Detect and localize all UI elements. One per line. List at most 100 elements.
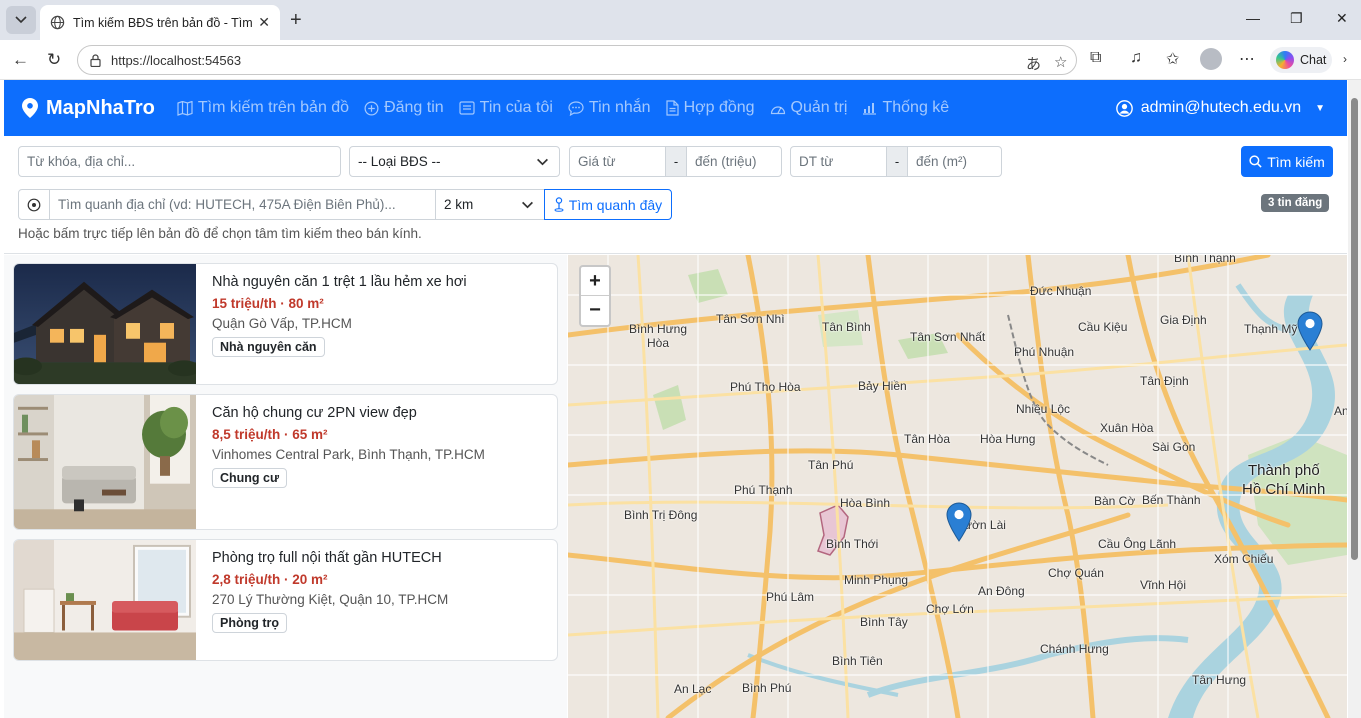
nav-label: Quản trị	[790, 99, 848, 116]
listing-address: 270 Lý Thường Kiệt, Quận 10, TP.HCM	[212, 592, 449, 607]
nav-stats[interactable]: Thống kê	[862, 99, 949, 117]
nav-post[interactable]: Đăng tin	[364, 99, 444, 117]
browser-tab[interactable]: Tìm kiếm BĐS trên bản đồ - Tìm & ✕	[40, 5, 280, 40]
sidebar-chevron-icon[interactable]: ›	[1343, 52, 1347, 66]
map-marker-icon[interactable]	[946, 502, 972, 542]
map-label: Tân Hòa	[904, 432, 951, 446]
music-icon[interactable]: ♫	[1130, 49, 1142, 67]
map-label: Tân Hưng	[1192, 673, 1247, 687]
translate-icon[interactable]: あ	[1026, 53, 1041, 74]
area-to-placeholder: đến (m²)	[916, 154, 968, 169]
locate-addon	[18, 189, 50, 220]
maximize-icon[interactable]: ❐	[1290, 10, 1303, 27]
radius-select[interactable]: 2 km	[435, 189, 545, 220]
listing-title[interactable]: Nhà nguyên căn 1 trệt 1 lầu hẻm xe hơi	[212, 274, 467, 290]
keyword-input[interactable]: Từ khóa, địa chỉ...	[18, 146, 341, 177]
keyword-placeholder: Từ khóa, địa chỉ...	[27, 154, 136, 169]
zoom-in-button[interactable]: +	[581, 267, 609, 296]
area-from-input[interactable]: DT từ	[790, 146, 887, 177]
map-canvas[interactable]: + − Bình Thạnh Đức Nhuận Gia Định Thạnh …	[568, 255, 1347, 718]
listing-price: 15 triệu/th · 80 m²	[212, 296, 324, 311]
back-icon[interactable]: ←	[12, 50, 29, 70]
map-marker-icon[interactable]	[1297, 311, 1323, 351]
listing-title[interactable]: Phòng trọ full nội thất gần HUTECH	[212, 550, 448, 566]
tab-list-button[interactable]	[6, 6, 36, 34]
target-icon	[27, 198, 41, 211]
map-label: Chợ Lớn	[926, 602, 974, 616]
map-pin-icon	[22, 98, 38, 118]
user-email: admin@hutech.edu.vn	[1140, 99, 1302, 116]
brand-name: MapNhaTro	[46, 96, 155, 119]
nav-label: Tìm kiếm trên bản đồ	[197, 99, 350, 116]
scrollbar-thumb[interactable]	[1351, 98, 1358, 560]
new-tab-icon[interactable]: +	[290, 9, 302, 32]
nearby-address-input[interactable]: Tìm quanh địa chỉ (vd: HUTECH, 475A Điện…	[49, 189, 436, 220]
map-label: Minh Phụng	[844, 573, 909, 587]
profile-avatar[interactable]	[1200, 48, 1222, 70]
radius-value: 2 km	[444, 197, 474, 212]
listing-photo-room	[14, 540, 196, 660]
property-type-select[interactable]: -- Loại BĐS --	[349, 146, 560, 177]
map-label: Cầu Ông Lãnh	[1098, 537, 1177, 551]
nav-admin[interactable]: Quản trị	[770, 99, 848, 117]
listing-type-tag: Nhà nguyên căn	[212, 337, 325, 357]
map-label-city: Hồ Chí Minh	[1242, 481, 1326, 498]
map-label: Chánh Hưng	[1040, 642, 1109, 656]
listing-price: 8,5 triệu/th · 65 m²	[212, 427, 328, 442]
reload-icon[interactable]: ↻	[47, 50, 61, 70]
address-bar[interactable]: https://localhost:54563 あ ☆	[77, 45, 1077, 75]
listing-photo-apartment	[14, 395, 196, 529]
result-count-text: 3 tin đăng	[1268, 197, 1323, 209]
map-label: Chợ Quán	[1048, 566, 1104, 580]
nav-contracts[interactable]: Hợp đồng	[665, 99, 755, 117]
nav-messages[interactable]: Tin nhắn	[568, 99, 651, 117]
listing-title[interactable]: Căn hộ chung cư 2PN view đẹp	[212, 405, 485, 421]
page-scrollbar[interactable]	[1348, 80, 1361, 718]
map-label: Vĩnh Hội	[1140, 578, 1187, 592]
map-click-hint: Hoặc bấm trực tiếp lên bản đồ để chọn tâ…	[18, 226, 422, 241]
zoom-out-button[interactable]: −	[581, 296, 609, 325]
chat-icon	[568, 100, 584, 116]
lock-icon	[90, 53, 101, 67]
list-icon	[459, 101, 475, 115]
nav-label: Đăng tin	[384, 99, 444, 116]
map-label: Xuân Hòa	[1100, 421, 1154, 435]
map-label: An	[1334, 404, 1347, 418]
search-nearby-button[interactable]: Tìm quanh đây	[544, 189, 672, 220]
more-icon[interactable]: ⋯	[1239, 49, 1255, 69]
listing-card[interactable]: Căn hộ chung cư 2PN view đẹp 8,5 triệu/t…	[13, 394, 558, 530]
listing-photo-house	[14, 264, 196, 384]
price-to-input[interactable]: đến (triệu)	[686, 146, 782, 177]
nearby-placeholder: Tìm quanh địa chỉ (vd: HUTECH, 475A Điện…	[58, 197, 396, 212]
area-from-placeholder: DT từ	[799, 154, 834, 169]
copilot-chat-button[interactable]: Chat	[1270, 47, 1333, 73]
map-label: Bình Tây	[860, 615, 908, 629]
listing-type-tag: Chung cư	[212, 468, 288, 488]
extensions-icon[interactable]: ⧉	[1090, 49, 1101, 67]
price-from-input[interactable]: Giá từ	[569, 146, 666, 177]
map-label-city: Thành phố	[1248, 462, 1320, 479]
window-close-icon[interactable]: ✕	[1336, 10, 1348, 27]
listing-card[interactable]: Phòng trọ full nội thất gần HUTECH 2,8 t…	[13, 539, 558, 661]
caret-down-icon: ▼	[1315, 102, 1325, 114]
map-label: Tân Định	[1140, 374, 1189, 388]
nav-links: Tìm kiếm trên bản đồ Đăng tin Tin của tô…	[177, 99, 949, 117]
brand[interactable]: MapNhaTro	[22, 97, 155, 120]
nav-map-search[interactable]: Tìm kiếm trên bản đồ	[177, 99, 349, 117]
close-tab-icon[interactable]: ✕	[258, 14, 270, 31]
map-label: Bình Phú	[742, 681, 792, 695]
plus-circle-icon	[364, 101, 379, 115]
favorite-star-icon[interactable]: ☆	[1054, 53, 1067, 71]
price-separator: -	[665, 146, 687, 177]
user-menu[interactable]: admin@hutech.edu.vn ▼	[1115, 99, 1325, 117]
listing-card[interactable]: Nhà nguyên căn 1 trệt 1 lầu hẻm xe hơi 1…	[13, 263, 558, 385]
area-to-input[interactable]: đến (m²)	[907, 146, 1002, 177]
listing-price: 2,8 triệu/th · 20 m²	[212, 572, 328, 587]
map-label: Cầu Kiệu	[1078, 320, 1128, 334]
minimize-icon[interactable]: —	[1246, 10, 1260, 26]
nav-my-posts[interactable]: Tin của tôi	[459, 99, 553, 117]
favorites-icon[interactable]: ✩	[1166, 49, 1179, 69]
map-label: Tân Sơn Nhì	[716, 312, 785, 326]
map-label: Bình Trị Đông	[624, 508, 698, 522]
search-button[interactable]: Tìm kiếm	[1241, 146, 1333, 177]
